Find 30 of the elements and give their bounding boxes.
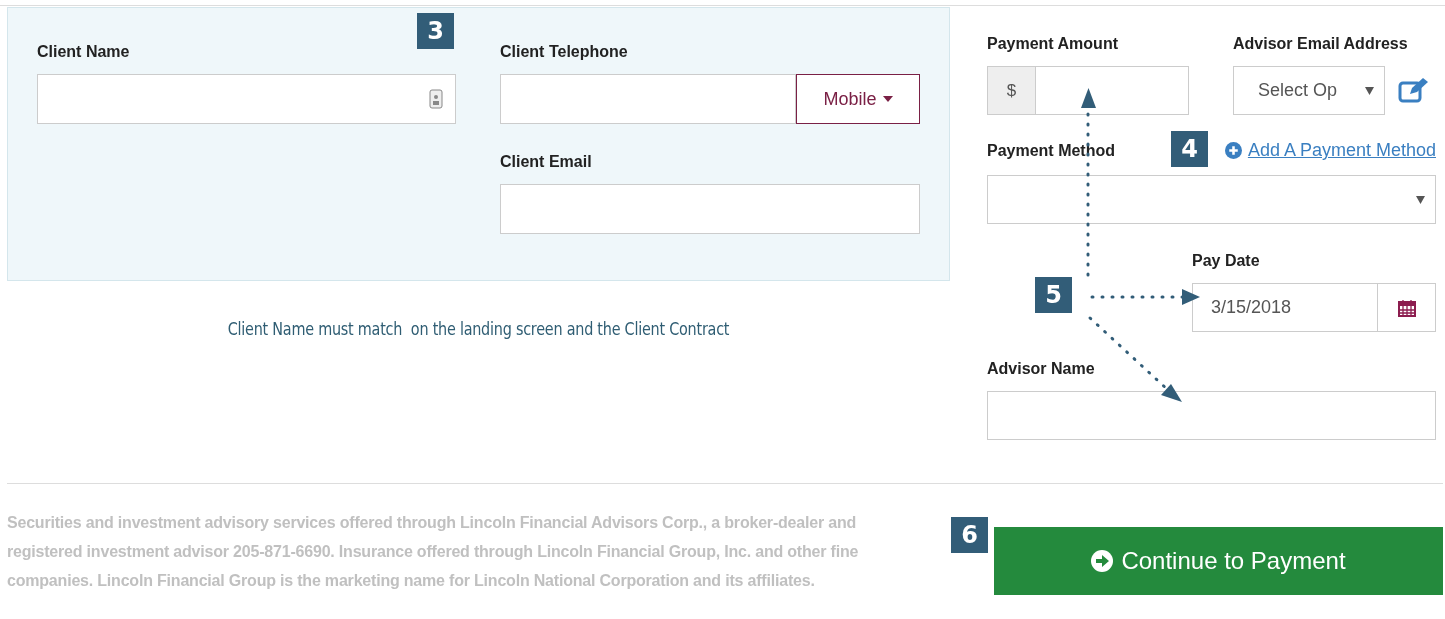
payment-method-select[interactable] (987, 175, 1436, 224)
callout-number: 5 (1035, 277, 1072, 313)
field-label: Advisor Name (987, 359, 1096, 379)
field-label: Payment Method (987, 140, 1115, 161)
disclaimer-text: Securities and investment advisory services offered through Lincoln Financial Advisors Corp., a broker-dealer and registered investment advisor 205-871-6690. Insurance offered through Lincoln Financial Group, Inc. and other fine companies. Lincoln Financial Group is the marketing name for Lincoln National Corporation and its affiliates. (7, 513, 860, 591)
advisor-email-select[interactable]: Select Op (1233, 66, 1385, 115)
advisor-name-field[interactable] (987, 391, 1436, 440)
phone-type-dropdown[interactable]: Mobile (796, 74, 920, 124)
client-email-field[interactable] (500, 184, 920, 234)
edit-icon[interactable] (1398, 77, 1428, 104)
field-label: Payment Amount (987, 34, 1119, 54)
field-label: Client Name (37, 42, 131, 62)
field-label: Advisor Email Address (1233, 34, 1409, 54)
callout-number: 6 (951, 517, 988, 553)
contact-card-icon (429, 89, 443, 109)
field-label: Client Email (500, 152, 593, 172)
caret-icon (1365, 86, 1374, 95)
add-payment-method-link[interactable]: Add A Payment Method (1224, 137, 1436, 164)
field-label: Pay Date (1192, 251, 1261, 271)
field-label: Client Telephone (500, 42, 629, 62)
callout-number: 3 (417, 13, 454, 49)
telephone-field[interactable] (500, 74, 796, 124)
client-name-field[interactable] (37, 74, 456, 124)
callout-number: 4 (1171, 131, 1208, 167)
caret-icon (1416, 195, 1425, 204)
helper-text: Client Name must match on the landing screen and the Client Contract (227, 317, 730, 341)
caret-icon (882, 96, 893, 102)
arrow-circle-icon (1091, 550, 1114, 572)
continue-to-payment-button[interactable]: Continue to Payment (994, 527, 1443, 595)
plus-circle-icon (1224, 142, 1242, 159)
